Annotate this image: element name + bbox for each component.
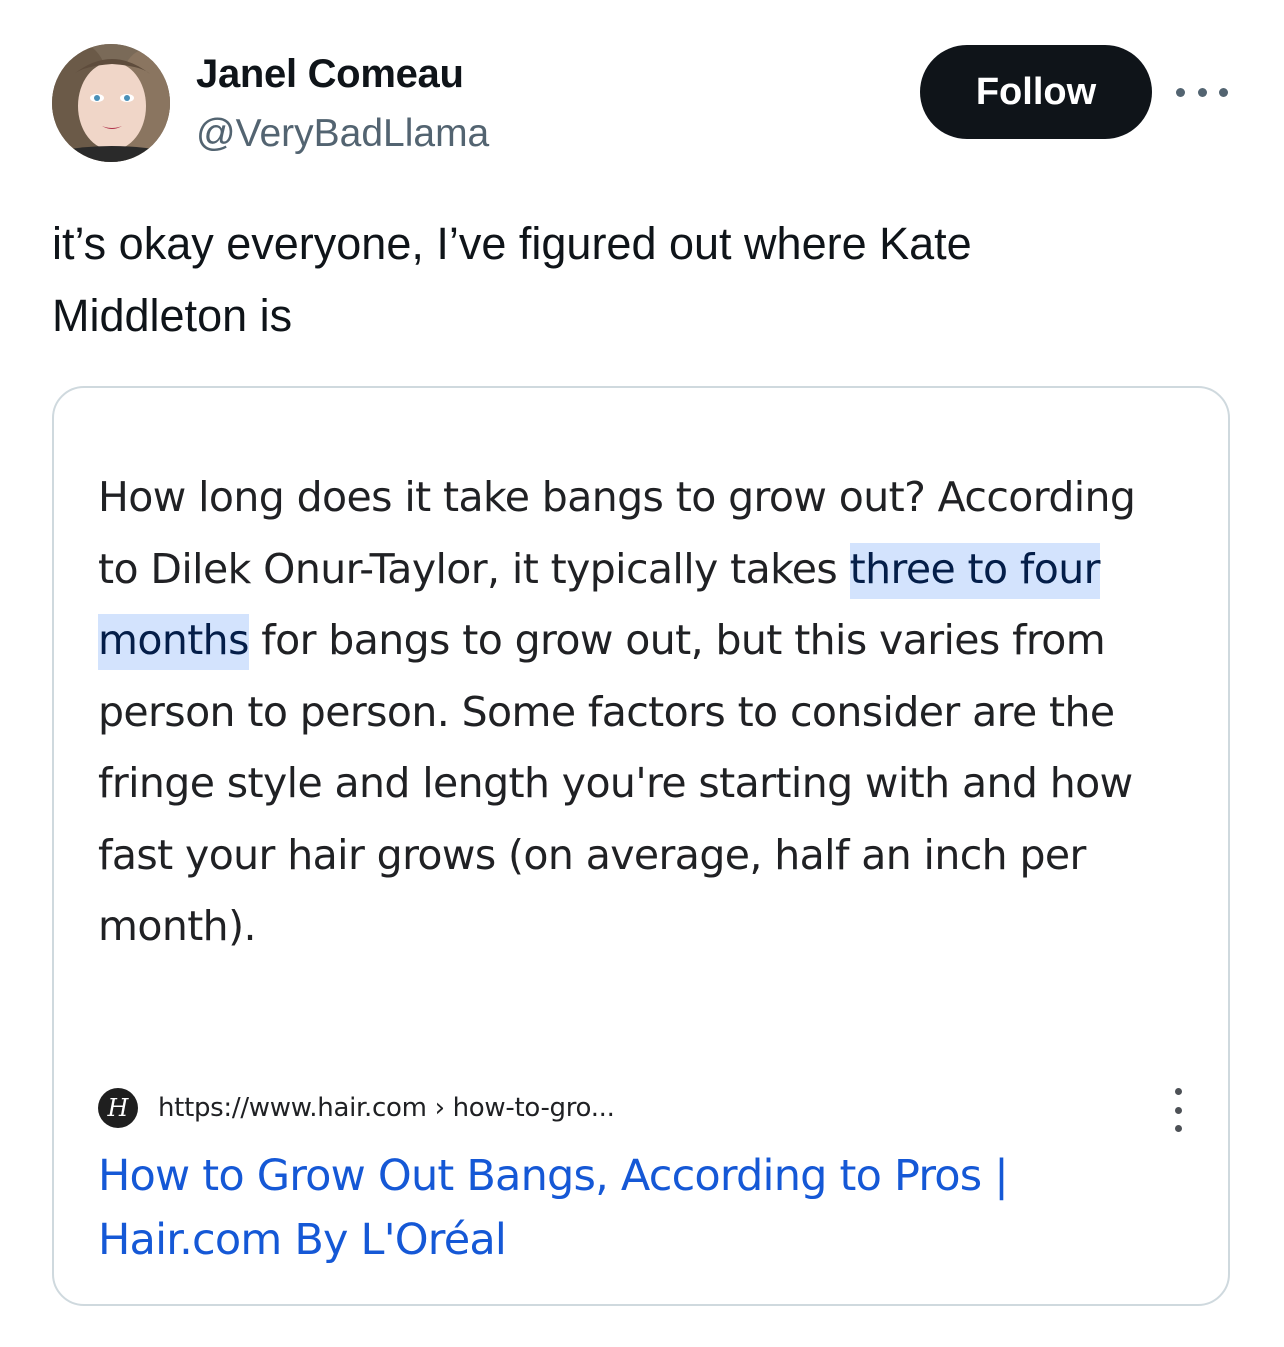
dot [1174,1125,1182,1132]
author-display-name[interactable]: Janel Comeau [196,50,464,98]
result-title-link: How to Grow Out Bangs, According to Pros… [98,1151,1009,1265]
avatar[interactable] [52,44,170,162]
avatar-image [52,44,170,162]
tweet-text: it’s okay everyone, I’ve figured out whe… [52,208,1232,352]
dot [1176,87,1185,97]
featured-snippet-text: How long does it take bangs to grow out?… [98,462,1178,963]
more-horizontal-icon[interactable] [1176,82,1228,102]
tweet-text-line: it’s okay everyone, I’ve figured out whe… [52,218,972,269]
dot [1174,1088,1182,1095]
tweet-text-line: Middleton is [52,290,293,341]
snippet-text: for bangs to grow out, but this varies f… [98,616,1133,950]
result-url: https://www.hair.com › how-to-gro... [158,1093,615,1123]
dot [1219,87,1228,97]
follow-button[interactable]: Follow [920,45,1152,139]
tweet-media-image[interactable]: How long does it take bangs to grow out?… [52,386,1230,1306]
site-favicon-icon: H [98,1088,138,1128]
dot [1174,1106,1182,1114]
author-handle[interactable]: @VeryBadLlama [196,110,489,158]
result-source-row: H https://www.hair.com › how-to-gro... [98,1088,1188,1132]
more-vertical-icon [1168,1088,1188,1132]
dot [1197,87,1207,97]
